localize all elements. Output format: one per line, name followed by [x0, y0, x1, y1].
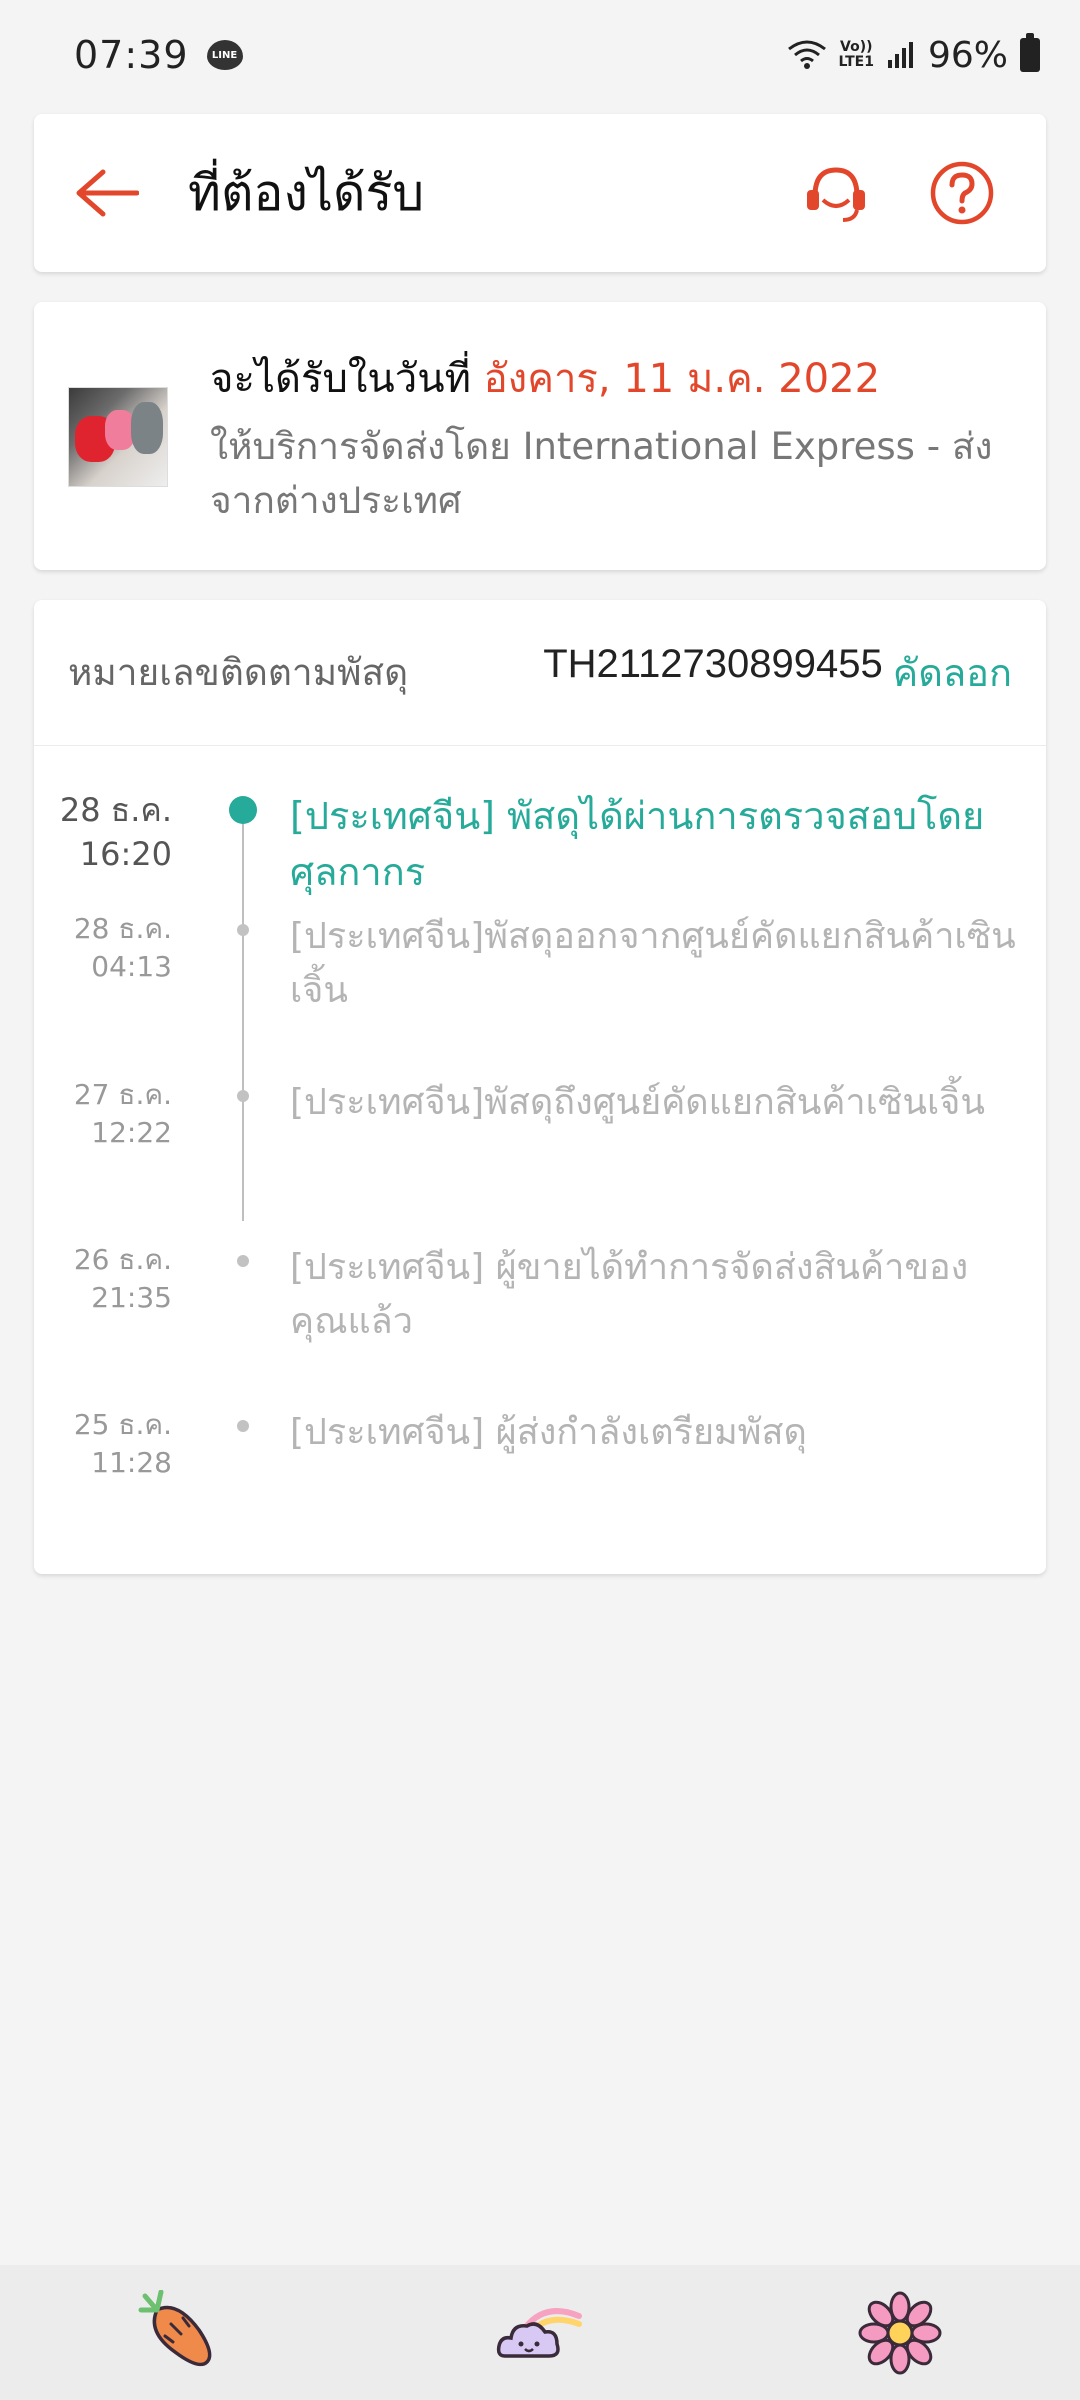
- event-time: 12:22: [91, 1116, 172, 1149]
- flower-icon: [858, 2291, 942, 2374]
- event-datetime: 26 ธ.ค. 21:35: [34, 1241, 172, 1317]
- page-title: ที่ต้องได้รับ: [188, 163, 425, 222]
- timeline-dot: [237, 924, 249, 936]
- event-time: 04:13: [91, 950, 172, 983]
- event-date: 28 ธ.ค.: [73, 912, 172, 945]
- event-description: [ประเทศจีน]พัสดุออกจากศูนย์คัดแยกสินค้าเ…: [290, 916, 1016, 1011]
- tracking-number: TH2112730899455: [543, 642, 883, 686]
- support-button[interactable]: [796, 153, 876, 233]
- battery-percent: 96%: [927, 34, 1008, 76]
- back-button[interactable]: [66, 153, 146, 233]
- bottom-navigation: [0, 2265, 1080, 2400]
- tracking-timeline: 28 ธ.ค. 16:20 [ประเทศจีน] พัสดุได้ผ่านกา…: [34, 746, 1046, 1574]
- event-date: 27 ธ.ค.: [73, 1078, 172, 1111]
- event-date: 25 ธ.ค.: [73, 1408, 172, 1441]
- signal-icon: [887, 42, 913, 68]
- headset-icon: [807, 167, 865, 222]
- battery-icon: [1020, 33, 1040, 72]
- delivery-prefix: จะได้รับในวันที่: [210, 356, 471, 402]
- timeline-dot: [237, 1420, 249, 1432]
- event-description: [ประเทศจีน] ผู้ขายได้ทำการจัดส่งสินค้าขอ…: [290, 1247, 969, 1342]
- product-thumbnail[interactable]: [68, 387, 168, 487]
- tracking-card: หมายเลขติดตามพัสดุ TH2112730899455 คัดลอ…: [34, 600, 1046, 1574]
- event-datetime: 27 ธ.ค. 12:22: [34, 1076, 172, 1152]
- timeline-dot: [237, 1255, 249, 1267]
- expected-delivery: จะได้รับในวันที่ อังคาร, 11 ม.ค. 2022: [210, 346, 880, 410]
- lte-label: LTE1: [838, 54, 874, 70]
- help-button[interactable]: [922, 153, 1002, 233]
- nav-home-button[interactable]: [490, 2283, 590, 2383]
- nav-recents-button[interactable]: [850, 2283, 950, 2383]
- carrier-info: ให้บริการจัดส่งโดย International Express…: [210, 425, 993, 522]
- timeline-dot: [237, 1090, 249, 1102]
- wifi-icon: [787, 40, 826, 69]
- volte-indicator: Vo)) LTE1: [839, 40, 874, 70]
- status-time: 07:39: [74, 33, 189, 77]
- line-app-icon: LINE: [206, 40, 243, 70]
- help-circle-icon: [930, 161, 994, 225]
- event-description: [ประเทศจีน]พัสดุถึงศูนย์คัดแยกสินค้าเซิน…: [290, 1082, 986, 1123]
- timeline-line: [242, 811, 244, 1221]
- nav-back-button[interactable]: [130, 2283, 230, 2383]
- timeline-dot: [229, 796, 257, 824]
- event-datetime: 28 ธ.ค. 04:13: [34, 910, 172, 986]
- event-time: 11:28: [91, 1446, 172, 1479]
- event-datetime: 25 ธ.ค. 11:28: [34, 1406, 172, 1482]
- page-header: ที่ต้องได้รับ: [34, 114, 1046, 272]
- copy-button[interactable]: คัดลอก: [893, 642, 1012, 703]
- tracking-header: หมายเลขติดตามพัสดุ TH2112730899455 คัดลอ…: [34, 600, 1046, 746]
- event-time: 16:20: [79, 835, 172, 873]
- back-arrow-icon: [76, 169, 139, 217]
- event-description: [ประเทศจีน] ผู้ส่งกำลังเตรียมพัสดุ: [290, 1412, 807, 1453]
- event-description: [ประเทศจีน] พัสดุได้ผ่านการตรวจสอบโดยศุล…: [290, 794, 985, 894]
- tracking-label: หมายเลขติดตามพัสดุ: [68, 651, 409, 694]
- carrot-icon: [138, 2289, 212, 2366]
- delivery-info-card: จะได้รับในวันที่ อังคาร, 11 ม.ค. 2022 ให…: [34, 302, 1046, 570]
- event-datetime: 28 ธ.ค. 16:20: [34, 788, 172, 876]
- event-date: 26 ธ.ค.: [73, 1243, 172, 1276]
- volte-label: Vo)): [840, 39, 873, 55]
- delivery-date: อังคาร, 11 ม.ค. 2022: [483, 356, 881, 402]
- status-bar: 07:39 LINE Vo)) LTE1 96%: [0, 0, 1080, 110]
- event-date: 28 ธ.ค.: [59, 791, 172, 829]
- rainbow-cloud-icon: [496, 2307, 582, 2358]
- event-time: 21:35: [91, 1281, 172, 1314]
